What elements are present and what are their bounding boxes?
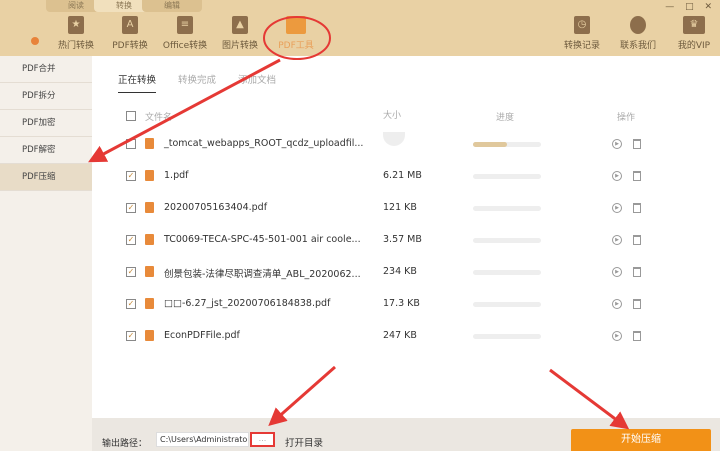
progress-bar bbox=[473, 206, 541, 211]
sidebar-item-decrypt[interactable]: PDF解密 bbox=[0, 137, 92, 164]
top-toolbar: 阅读 转换 编辑 — □ ✕ ★ 热门转换 A PDF转换 ≡ Office转换 ▲ 图… bbox=[0, 0, 720, 56]
column-progress: 进度 bbox=[496, 113, 515, 123]
file-size: 247 KB bbox=[383, 330, 417, 341]
pdf-file-icon bbox=[145, 170, 154, 181]
file-size: 121 KB bbox=[383, 202, 417, 213]
play-icon[interactable]: ▶ bbox=[612, 139, 622, 149]
tab-converting[interactable]: 正在转换 bbox=[118, 72, 157, 93]
progress-bar bbox=[473, 238, 541, 243]
trash-icon[interactable] bbox=[633, 171, 641, 181]
progress-bar bbox=[473, 174, 541, 179]
tab-add-document[interactable]: 添加文档 bbox=[238, 72, 276, 93]
file-row: _tomcat_webapps_ROOT_qcdz_uploadfil... ▶ bbox=[92, 128, 720, 160]
file-row: ✓ TC0069-TECA-SPC-45-501-001 air coole..… bbox=[92, 224, 720, 256]
file-name: EconPDFFile.pdf bbox=[164, 330, 240, 341]
pdf-file-icon bbox=[145, 138, 154, 149]
tool-pdf-convert[interactable]: A PDF转换 bbox=[100, 16, 160, 51]
tool-pdf-tools[interactable]: PDF工具 bbox=[266, 16, 326, 51]
open-directory-link[interactable]: 打开目录 bbox=[285, 435, 323, 449]
progress-bar bbox=[473, 270, 541, 275]
trash-icon[interactable] bbox=[633, 203, 641, 213]
file-row: ✓ EconPDFFile.pdf 247 KB ▶ bbox=[92, 320, 720, 352]
main-panel: 正在转换 转换完成 添加文档 文件名 大小 进度 操作 _tomcat_weba… bbox=[92, 56, 720, 418]
browse-button[interactable]: ... bbox=[250, 432, 275, 447]
pdf-file-icon bbox=[145, 330, 154, 341]
trash-icon[interactable] bbox=[633, 299, 641, 309]
file-name: □□-6.27_jst_20200706184838.pdf bbox=[164, 298, 331, 309]
trash-icon[interactable] bbox=[633, 267, 641, 277]
tool-hot-convert[interactable]: ★ 热门转换 bbox=[46, 16, 106, 51]
file-checkbox[interactable] bbox=[126, 139, 136, 149]
notification-icon[interactable] bbox=[31, 37, 39, 45]
file-size: 234 KB bbox=[383, 266, 417, 277]
pdf-icon: A bbox=[122, 16, 138, 34]
file-row: ✓ □□-6.27_jst_20200706184838.pdf 17.3 KB… bbox=[92, 288, 720, 320]
file-name: 20200705163404.pdf bbox=[164, 202, 268, 213]
progress-bar bbox=[473, 142, 541, 147]
play-icon[interactable]: ▶ bbox=[612, 299, 622, 309]
file-row: ✓ 1.pdf 6.21 MB ▶ bbox=[92, 160, 720, 192]
select-all-checkbox[interactable] bbox=[126, 111, 136, 121]
file-size: 17.3 KB bbox=[383, 298, 420, 309]
tool-vip[interactable]: ♛ 我的VIP bbox=[664, 16, 720, 51]
file-name: 创景包装-法律尽职调查清单_ABL_2020062... bbox=[164, 269, 361, 280]
tool-history[interactable]: ◷ 转换记录 bbox=[552, 16, 612, 51]
file-size: 3.57 MB bbox=[383, 234, 422, 245]
file-name: _tomcat_webapps_ROOT_qcdz_uploadfil... bbox=[164, 138, 364, 149]
sidebar: PDF合并 PDF拆分 PDF加密 PDF解密 PDF压缩 bbox=[0, 56, 92, 451]
tool-image-convert[interactable]: ▲ 图片转换 bbox=[210, 16, 270, 51]
file-checkbox[interactable]: ✓ bbox=[126, 171, 136, 181]
file-checkbox[interactable]: ✓ bbox=[126, 235, 136, 245]
sidebar-item-merge[interactable]: PDF合并 bbox=[0, 56, 92, 83]
headset-icon bbox=[630, 16, 646, 34]
file-checkbox[interactable]: ✓ bbox=[126, 331, 136, 341]
output-path-input[interactable]: C:\Users\Administrator bbox=[156, 432, 249, 447]
pdf-file-icon bbox=[145, 298, 154, 309]
play-icon[interactable]: ▶ bbox=[612, 267, 622, 277]
loading-indicator bbox=[383, 132, 405, 146]
trash-icon[interactable] bbox=[633, 139, 641, 149]
pdf-file-icon bbox=[145, 202, 154, 213]
pdf-file-icon bbox=[145, 266, 154, 277]
progress-bar bbox=[473, 334, 541, 339]
file-name: 1.pdf bbox=[164, 170, 189, 181]
file-checkbox[interactable]: ✓ bbox=[126, 267, 136, 277]
sidebar-item-encrypt[interactable]: PDF加密 bbox=[0, 110, 92, 137]
pdf-file-icon bbox=[145, 234, 154, 245]
toolbox-icon bbox=[286, 16, 306, 34]
play-icon[interactable]: ▶ bbox=[612, 235, 622, 245]
tool-office-convert[interactable]: ≡ Office转换 bbox=[155, 16, 215, 51]
trash-icon[interactable] bbox=[633, 331, 641, 341]
column-size: 大小 bbox=[383, 111, 402, 121]
progress-bar bbox=[473, 302, 541, 307]
file-checkbox[interactable]: ✓ bbox=[126, 203, 136, 213]
sidebar-item-split[interactable]: PDF拆分 bbox=[0, 83, 92, 110]
document-icon: ≡ bbox=[177, 16, 193, 34]
file-checkbox[interactable]: ✓ bbox=[126, 299, 136, 309]
file-size: 6.21 MB bbox=[383, 170, 422, 181]
play-icon[interactable]: ▶ bbox=[612, 203, 622, 213]
clock-icon: ◷ bbox=[574, 16, 590, 34]
star-icon: ★ bbox=[68, 16, 84, 34]
crown-icon: ♛ bbox=[683, 16, 705, 34]
start-compress-button[interactable]: 开始压缩 bbox=[571, 429, 711, 451]
file-name: TC0069-TECA-SPC-45-501-001 air coole... bbox=[164, 234, 361, 245]
footer-bar: 输出路径： C:\Users\Administrator ... 打开目录 开始… bbox=[92, 418, 720, 451]
play-icon[interactable]: ▶ bbox=[612, 171, 622, 181]
file-row: ✓ 创景包装-法律尽职调查清单_ABL_2020062... 234 KB ▶ bbox=[92, 256, 720, 288]
sidebar-item-compress[interactable]: PDF压缩 bbox=[0, 164, 92, 191]
column-actions: 操作 bbox=[617, 113, 636, 123]
tab-edit[interactable]: 编辑 bbox=[142, 0, 202, 12]
column-name: 文件名 bbox=[145, 113, 173, 123]
tool-contact[interactable]: 联系我们 bbox=[608, 16, 668, 51]
output-path-label: 输出路径： bbox=[102, 439, 148, 449]
tab-completed[interactable]: 转换完成 bbox=[178, 72, 216, 93]
file-row: ✓ 20200705163404.pdf 121 KB ▶ bbox=[92, 192, 720, 224]
window-controls[interactable]: — □ ✕ bbox=[665, 2, 716, 12]
play-icon[interactable]: ▶ bbox=[612, 331, 622, 341]
image-icon: ▲ bbox=[232, 16, 248, 34]
trash-icon[interactable] bbox=[633, 235, 641, 245]
